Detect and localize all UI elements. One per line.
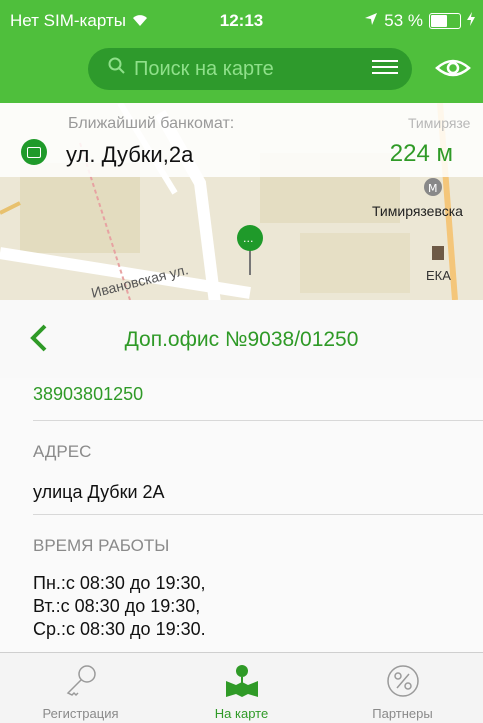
map-place-label: ЕКА [426, 268, 451, 283]
battery-percent: 53 % [384, 11, 423, 30]
percent-icon [386, 665, 419, 697]
battery-level [431, 15, 447, 27]
tab-label: Партнеры [372, 706, 433, 721]
list-menu-icon[interactable] [372, 60, 398, 78]
atm-icon [21, 139, 47, 165]
status-bar: Нет SIM-карты 12:13 53 % [0, 0, 483, 36]
tab-partners[interactable]: Партнеры [322, 653, 483, 723]
search-placeholder: Поиск на карте [134, 57, 274, 80]
office-title: Доп.офис №9038/01250 [124, 328, 359, 351]
svg-text:M: M [428, 182, 438, 195]
divider [33, 514, 483, 515]
status-right: 53 % [364, 11, 475, 31]
key-icon [66, 665, 96, 697]
battery-icon [429, 13, 461, 29]
nearest-atm-distance: 224 м [389, 140, 453, 167]
map-top-right-label: Тимирязе [408, 115, 471, 131]
hours-line: Вт.:с 08:30 до 19:30, [33, 596, 201, 616]
hours-label: ВРЕМЯ РАБОТЫ [33, 536, 170, 555]
nearest-atm-banner[interactable]: Ближайший банкомат: ул. Дубки,2а 224 м Т… [0, 103, 483, 177]
location-arrow-icon [364, 11, 378, 31]
tab-label: Регистрация [42, 706, 119, 721]
search-icon [108, 57, 126, 81]
hours-line: Пн.:с 08:30 до 19:30, [33, 573, 206, 593]
eye-icon[interactable] [435, 54, 471, 87]
top-header: Нет SIM-карты 12:13 53 % Поиск на карте [0, 0, 483, 103]
nearest-atm-address: ул. Дубки,2а [66, 142, 194, 167]
nearest-atm-label: Ближайший банкомат: [68, 115, 235, 132]
office-details: 38903801250 АДРЕС улица Дубки 2А ВРЕМЯ Р… [0, 378, 483, 652]
tab-bar: Регистрация На карте Партнеры [0, 652, 483, 723]
search-input[interactable]: Поиск на карте [88, 48, 412, 90]
charging-icon [467, 11, 475, 31]
hours-line: Ср.:с 08:30 до 19:30. [33, 619, 206, 639]
map-metro-label: Тимирязевска [372, 203, 463, 219]
svg-text:...: ... [243, 232, 254, 245]
divider [33, 420, 483, 421]
hours-list: Пн.:с 08:30 до 19:30, Вт.:с 08:30 до 19:… [33, 572, 206, 641]
office-header: Доп.офис №9038/01250 [0, 300, 483, 378]
tab-map[interactable]: На карте [161, 653, 322, 723]
tab-label: На карте [214, 706, 269, 721]
tab-registration[interactable]: Регистрация [0, 653, 161, 723]
map-pin-icon [225, 665, 258, 697]
address-label: АДРЕС [33, 442, 92, 461]
address-value: улица Дубки 2А [33, 482, 165, 502]
office-phone-link[interactable]: 38903801250 [33, 384, 143, 405]
